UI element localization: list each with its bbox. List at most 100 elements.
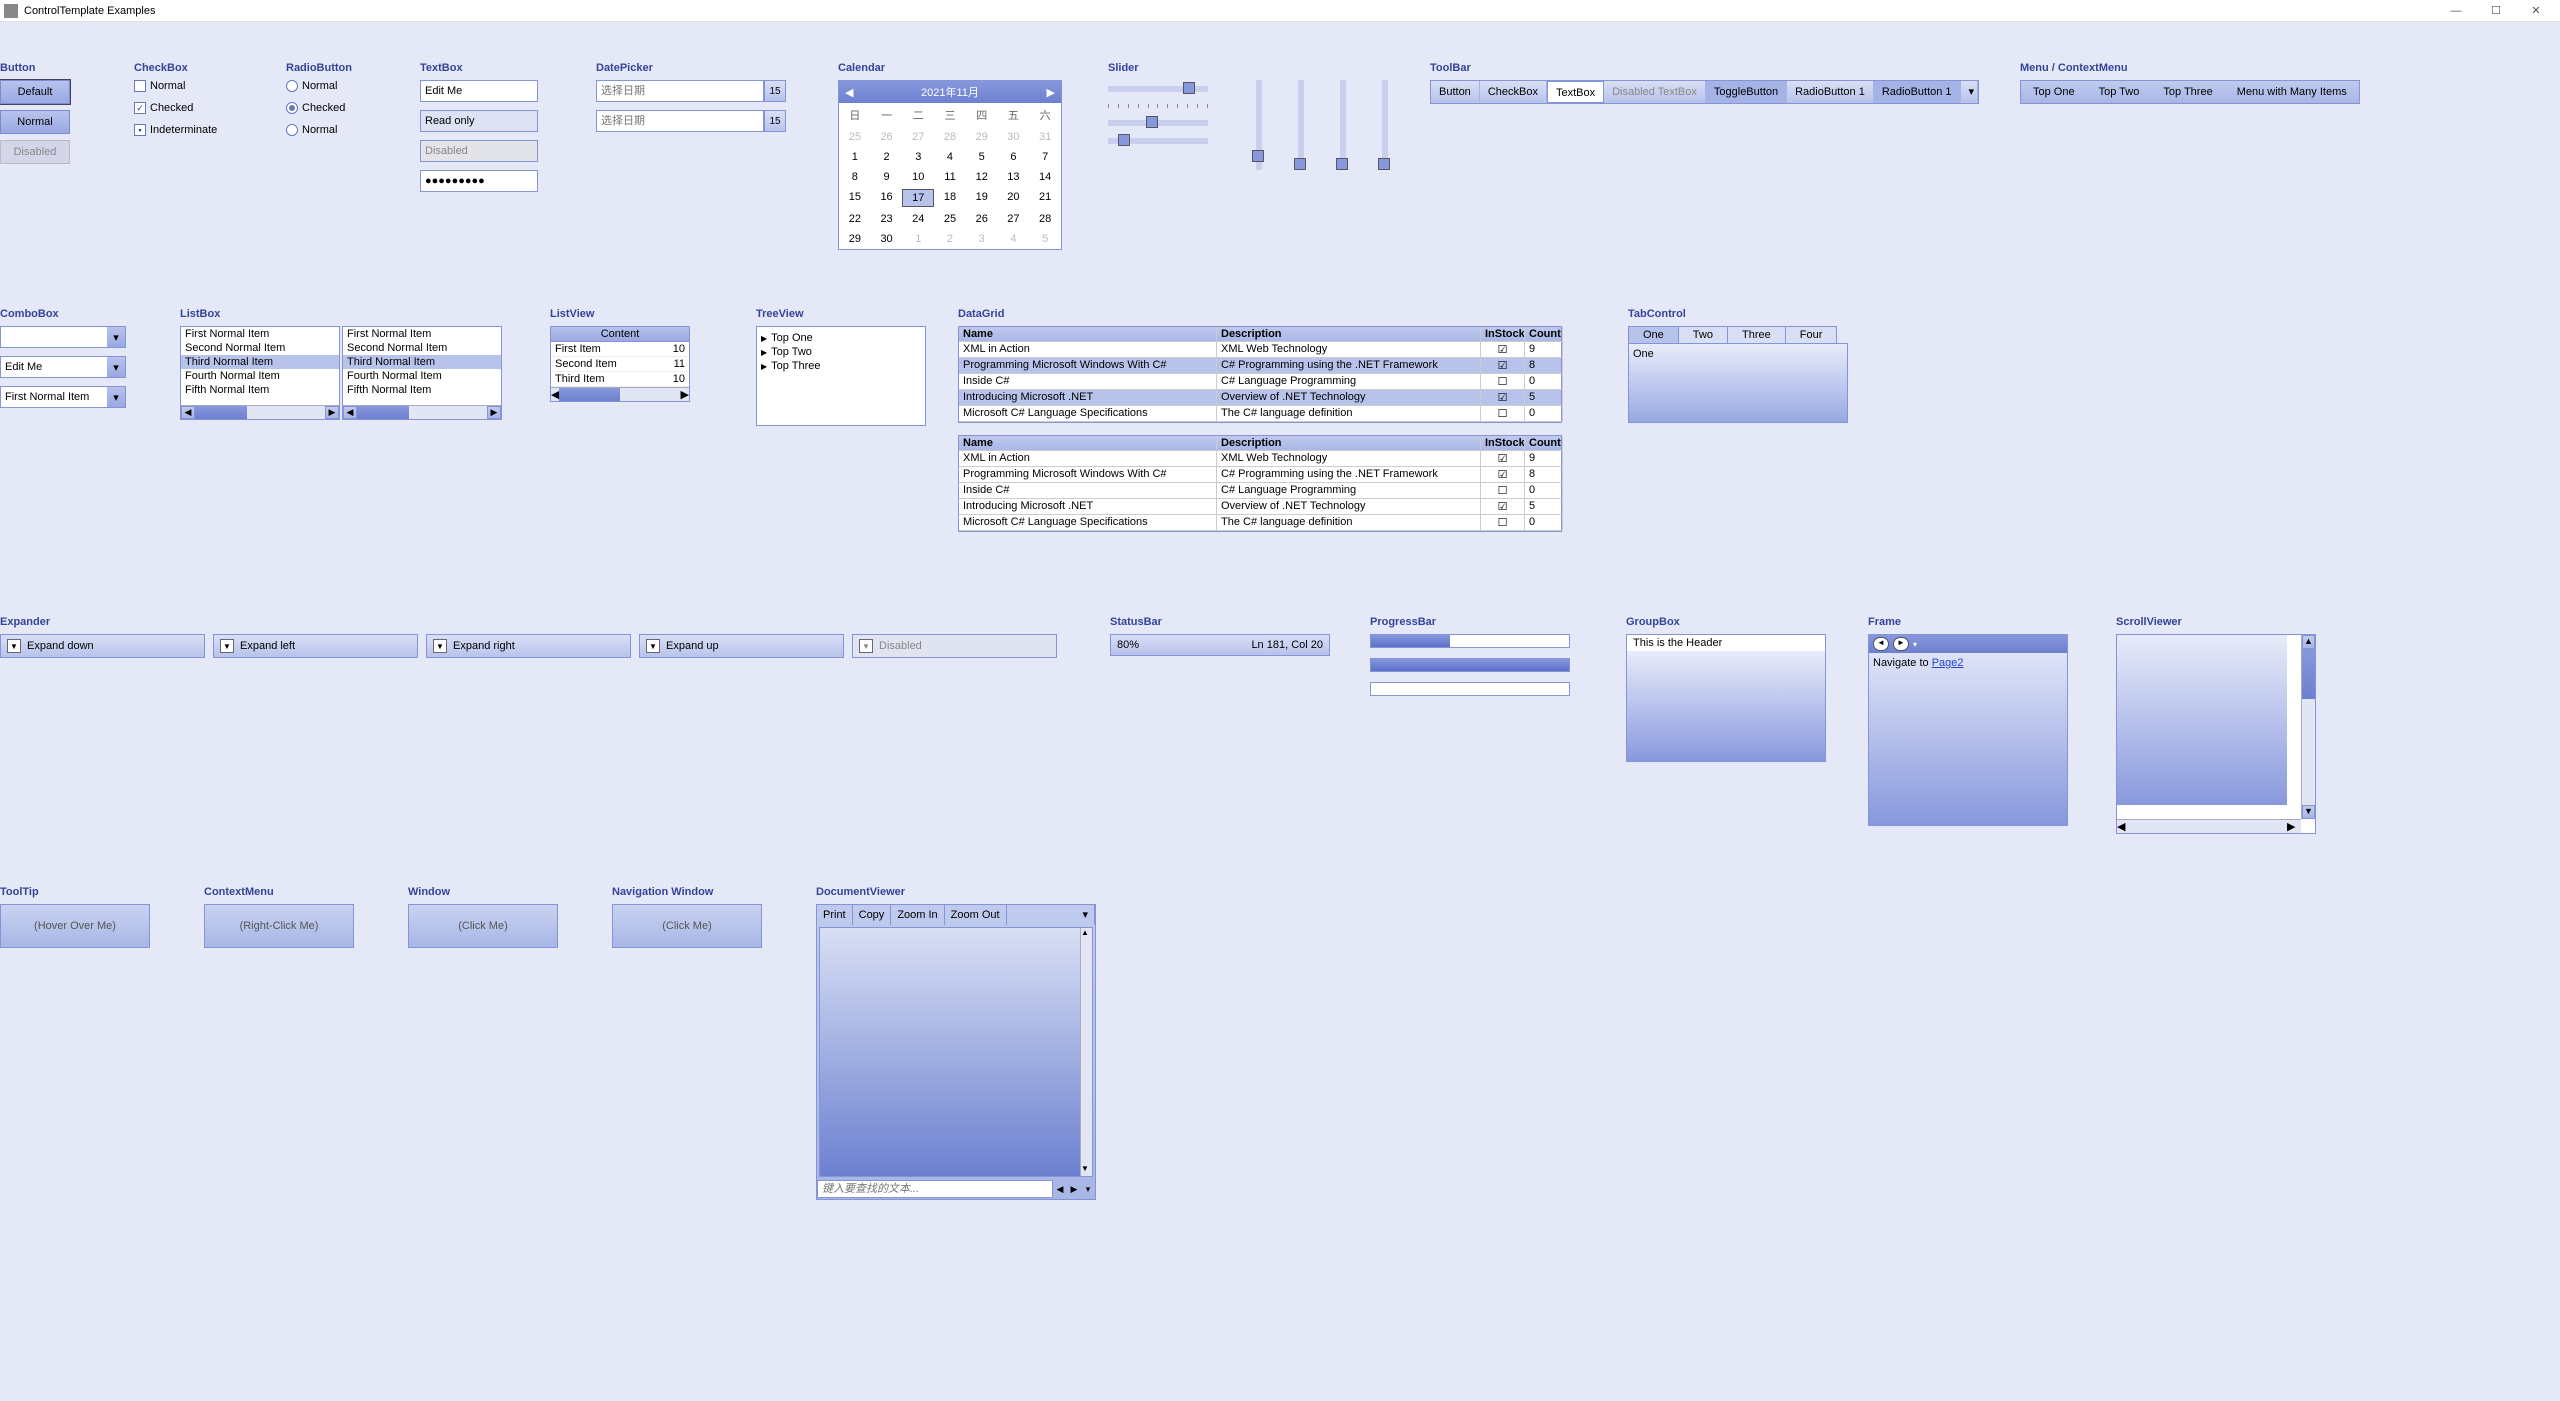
calendar-control[interactable]: ◀ 2021年11月 ▶ 日一二三四五六 2526272829303112345… bbox=[838, 80, 1062, 250]
list-item[interactable]: Fourth Normal Item bbox=[181, 369, 339, 383]
calendar-day[interactable]: 10 bbox=[902, 169, 934, 185]
minimize-button[interactable]: — bbox=[2436, 5, 2476, 17]
dv-find-next[interactable]: ▶ bbox=[1067, 1184, 1081, 1195]
checkbox-indeterminate[interactable]: ▪Indeterminate bbox=[134, 124, 217, 136]
list-item[interactable]: Fifth Normal Item bbox=[343, 383, 501, 397]
listbox-2[interactable]: First Normal ItemSecond Normal ItemThird… bbox=[342, 326, 502, 420]
toolbar-checkbox[interactable]: CheckBox bbox=[1480, 81, 1547, 103]
slider-v1[interactable] bbox=[1256, 80, 1262, 170]
scrollviewer-control[interactable]: ▲ ▼ ◀ ▶ bbox=[2116, 634, 2316, 834]
menu-item[interactable]: Top Two bbox=[2087, 81, 2152, 103]
dv-find-input[interactable] bbox=[817, 1180, 1053, 1198]
normal-button[interactable]: Normal bbox=[0, 110, 70, 134]
toolbar-radio2[interactable]: RadioButton 1 bbox=[1874, 81, 1961, 103]
vertical-scrollbar[interactable]: ▲ ▼ bbox=[2301, 635, 2315, 819]
tab-three[interactable]: Three bbox=[1727, 326, 1786, 343]
calendar-day[interactable]: 11 bbox=[934, 169, 966, 185]
calendar-day[interactable]: 19 bbox=[966, 189, 998, 207]
datepicker-2[interactable]: 15 bbox=[596, 110, 786, 132]
calendar-day[interactable]: 16 bbox=[871, 189, 903, 207]
window-button[interactable]: (Click Me) bbox=[408, 904, 558, 948]
calendar-day[interactable]: 14 bbox=[1029, 169, 1061, 185]
tooltip-button[interactable]: (Hover Over Me) bbox=[0, 904, 150, 948]
calendar-day[interactable]: 17 bbox=[902, 189, 934, 207]
calendar-day[interactable]: 28 bbox=[934, 129, 966, 145]
chevron-down-icon[interactable]: ▾ bbox=[107, 387, 125, 407]
list-item[interactable]: First Normal Item bbox=[343, 327, 501, 341]
chevron-down-icon[interactable]: ▾ bbox=[107, 327, 125, 347]
calendar-icon[interactable]: 15 bbox=[764, 110, 786, 132]
calendar-day[interactable]: 27 bbox=[998, 211, 1030, 227]
radio-checked[interactable]: Checked bbox=[286, 102, 352, 114]
calendar-day[interactable]: 29 bbox=[839, 231, 871, 247]
tab-one[interactable]: One bbox=[1628, 326, 1679, 343]
close-button[interactable]: ✕ bbox=[2516, 4, 2556, 17]
slider-v3[interactable] bbox=[1340, 80, 1346, 170]
calendar-month[interactable]: 2021年11月 bbox=[921, 84, 979, 100]
scroll-right-button[interactable]: ▶ bbox=[681, 388, 689, 401]
toolbar-togglebutton[interactable]: ToggleButton bbox=[1706, 81, 1787, 103]
calendar-day[interactable]: 31 bbox=[1029, 129, 1061, 145]
nav-forward-button[interactable]: ► bbox=[1893, 637, 1909, 651]
frame-link[interactable]: Page2 bbox=[1932, 657, 1964, 669]
menu-item[interactable]: Top Three bbox=[2151, 81, 2224, 103]
calendar-day[interactable]: 25 bbox=[934, 211, 966, 227]
listview-header[interactable]: Content bbox=[551, 327, 689, 342]
slider-h2[interactable] bbox=[1108, 120, 1208, 126]
calendar-day[interactable]: 23 bbox=[871, 211, 903, 227]
calendar-day[interactable]: 27 bbox=[902, 129, 934, 145]
treeview-control[interactable]: ▶Top One▶Top Two▶Top Three bbox=[756, 326, 926, 426]
chevron-down-icon[interactable]: ▾ bbox=[1076, 905, 1095, 925]
calendar-day[interactable]: 9 bbox=[871, 169, 903, 185]
calendar-day[interactable]: 24 bbox=[902, 211, 934, 227]
nav-back-button[interactable]: ◄ bbox=[1873, 637, 1889, 651]
calendar-day[interactable]: 29 bbox=[966, 129, 998, 145]
list-item[interactable]: Third Normal Item bbox=[181, 355, 339, 369]
expander-down[interactable]: ▼Expand down bbox=[0, 634, 205, 658]
slider-h1[interactable] bbox=[1108, 86, 1208, 92]
maximize-button[interactable]: ☐ bbox=[2476, 4, 2516, 17]
dv-copy-button[interactable]: Copy bbox=[853, 905, 892, 925]
list-item[interactable]: Second Normal Item bbox=[343, 341, 501, 355]
toolbar-radio1[interactable]: RadioButton 1 bbox=[1787, 81, 1874, 103]
calendar-day[interactable]: 30 bbox=[998, 129, 1030, 145]
calendar-day[interactable]: 7 bbox=[1029, 149, 1061, 165]
checkbox-normal[interactable]: Normal bbox=[134, 80, 217, 92]
combobox-edit[interactable]: Edit Me▾ bbox=[0, 356, 126, 378]
tab-four[interactable]: Four bbox=[1785, 326, 1838, 343]
calendar-day[interactable]: 18 bbox=[934, 189, 966, 207]
listview-control[interactable]: Content First Item10Second Item11Third I… bbox=[550, 326, 690, 402]
textbox-edit[interactable] bbox=[420, 80, 538, 102]
table-row[interactable]: Introducing Microsoft .NETOverview of .N… bbox=[959, 499, 1561, 515]
listbox-1[interactable]: First Normal ItemSecond Normal ItemThird… bbox=[180, 326, 340, 420]
calendar-day[interactable]: 4 bbox=[934, 149, 966, 165]
calendar-day[interactable]: 8 bbox=[839, 169, 871, 185]
calendar-day[interactable]: 5 bbox=[1029, 231, 1061, 247]
calendar-day[interactable]: 26 bbox=[966, 211, 998, 227]
expander-left[interactable]: ▼Expand left bbox=[213, 634, 418, 658]
calendar-day[interactable]: 2 bbox=[934, 231, 966, 247]
textbox-password[interactable] bbox=[420, 170, 538, 192]
toolbar-button[interactable]: Button bbox=[1431, 81, 1480, 103]
list-item[interactable]: Second Normal Item bbox=[181, 341, 339, 355]
slider-v4[interactable] bbox=[1382, 80, 1388, 170]
list-item[interactable]: Third Normal Item bbox=[343, 355, 501, 369]
calendar-day[interactable]: 26 bbox=[871, 129, 903, 145]
horizontal-scrollbar[interactable]: ◀ ▶ bbox=[2117, 819, 2301, 833]
calendar-day[interactable]: 1 bbox=[839, 149, 871, 165]
chevron-down-icon[interactable]: ▾ bbox=[1913, 640, 1917, 649]
table-row[interactable]: XML in ActionXML Web Technology☑9 bbox=[959, 342, 1561, 358]
checkbox-checked[interactable]: ✓Checked bbox=[134, 102, 217, 114]
scroll-left-button[interactable]: ◀ bbox=[551, 388, 559, 401]
vertical-scrollbar[interactable]: ▲ ▼ bbox=[1080, 928, 1092, 1176]
list-item[interactable]: Fourth Normal Item bbox=[343, 369, 501, 383]
listview-row[interactable]: Third Item10 bbox=[551, 372, 689, 387]
calendar-prev-icon[interactable]: ◀ bbox=[845, 86, 853, 99]
calendar-day[interactable]: 15 bbox=[839, 189, 871, 207]
calendar-day[interactable]: 12 bbox=[966, 169, 998, 185]
table-row[interactable]: Inside C#C# Language Programming☐0 bbox=[959, 374, 1561, 390]
table-row[interactable]: Programming Microsoft Windows With C#C# … bbox=[959, 358, 1561, 374]
calendar-day[interactable]: 4 bbox=[998, 231, 1030, 247]
navwindow-button[interactable]: (Click Me) bbox=[612, 904, 762, 948]
dv-print-button[interactable]: Print bbox=[817, 905, 853, 925]
